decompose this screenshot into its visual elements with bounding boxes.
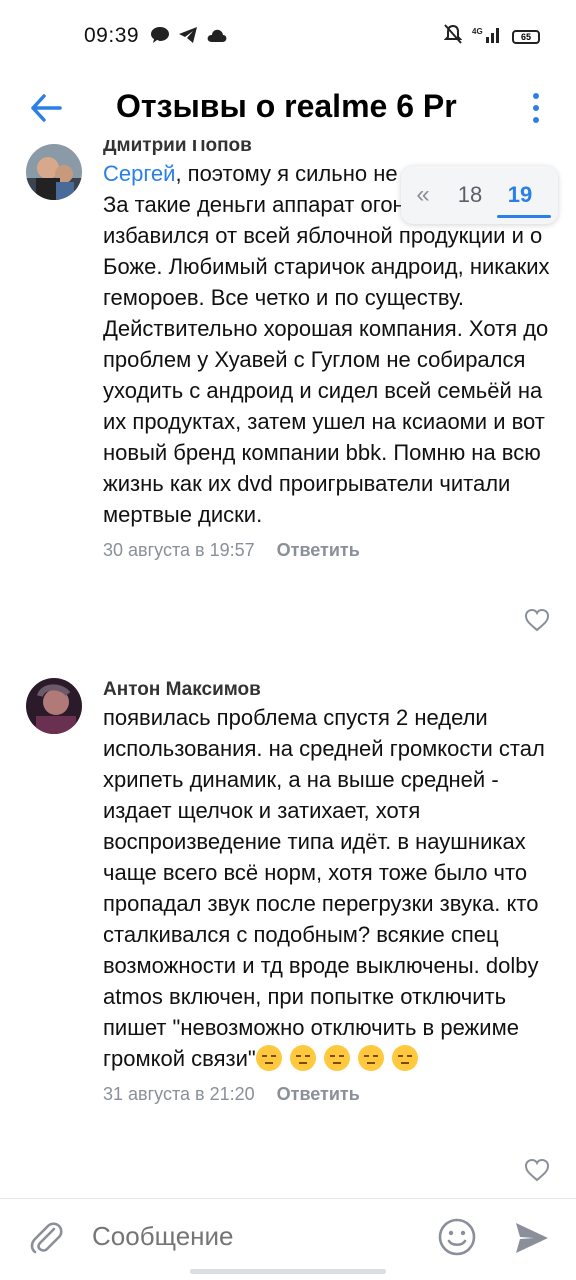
send-button[interactable] (512, 1219, 550, 1257)
unamused-face-icon (289, 1045, 316, 1071)
battery-icon: 65 (512, 29, 540, 44)
back-arrow-icon (31, 94, 62, 122)
paperclip-icon (30, 1222, 63, 1254)
message-input[interactable] (92, 1221, 412, 1252)
back-button[interactable] (24, 86, 68, 130)
unamused-face-icon (357, 1045, 384, 1071)
unamused-face-icon (323, 1045, 350, 1071)
heart-icon (524, 608, 550, 632)
comment-author[interactable]: Дмитрий Попов (103, 140, 553, 158)
send-icon (516, 1223, 548, 1253)
system-icons: 4G 65 (443, 24, 540, 49)
message-composer (0, 1198, 576, 1280)
more-menu-button[interactable] (518, 86, 554, 130)
avatar[interactable] (26, 678, 82, 734)
comments-list[interactable]: Дмитрий Попов Сергей, поэтому я сильно н… (0, 140, 576, 1198)
signal-icon: 4G (472, 25, 502, 48)
mute-bell-icon (443, 24, 463, 49)
svg-text:4G: 4G (472, 27, 483, 36)
like-button[interactable] (524, 1158, 550, 1182)
mention-link[interactable]: Сергей (103, 161, 175, 186)
attach-button[interactable] (26, 1217, 66, 1257)
page-navigator: « 18 19 (401, 166, 558, 224)
telegram-icon (178, 26, 198, 49)
comment-text: появилась проблема спустя 2 недели испол… (103, 705, 545, 1071)
comment-date: 30 августа в 19:57 (103, 540, 255, 560)
heart-icon (524, 1158, 550, 1182)
chat-icon (150, 26, 170, 49)
status-time: 09:39 (84, 24, 140, 47)
emoji-button[interactable] (437, 1217, 477, 1257)
comment-meta: 31 августа в 21:20 Ответить (103, 1084, 553, 1105)
page-title: Отзывы о realme 6 Pr (116, 88, 457, 124)
smile-icon (438, 1218, 476, 1256)
first-page-button[interactable]: « (401, 181, 445, 209)
app-header: Отзывы о realme 6 Pr (0, 76, 576, 140)
page-19-button[interactable]: 19 (495, 182, 551, 218)
unamused-face-icon (391, 1045, 418, 1071)
unamused-face-icon (255, 1045, 282, 1071)
comment-author[interactable]: Антон Максимов (103, 678, 553, 702)
status-bar: 09:39 4G 65 (0, 0, 576, 72)
comment-date: 31 августа в 21:20 (103, 1084, 255, 1104)
comment-meta: 30 августа в 19:57 Ответить (103, 540, 553, 561)
like-button[interactable] (524, 608, 550, 632)
cloud-icon (206, 27, 228, 48)
reply-button[interactable]: Ответить (277, 1084, 360, 1105)
comment-item: Антон Максимов появилась проблема спустя… (0, 678, 576, 1198)
avatar[interactable] (26, 144, 82, 200)
home-indicator[interactable] (190, 1269, 386, 1274)
notification-icons (150, 26, 228, 49)
reply-button[interactable]: Ответить (277, 540, 360, 561)
page-18-button[interactable]: 18 (445, 182, 495, 208)
